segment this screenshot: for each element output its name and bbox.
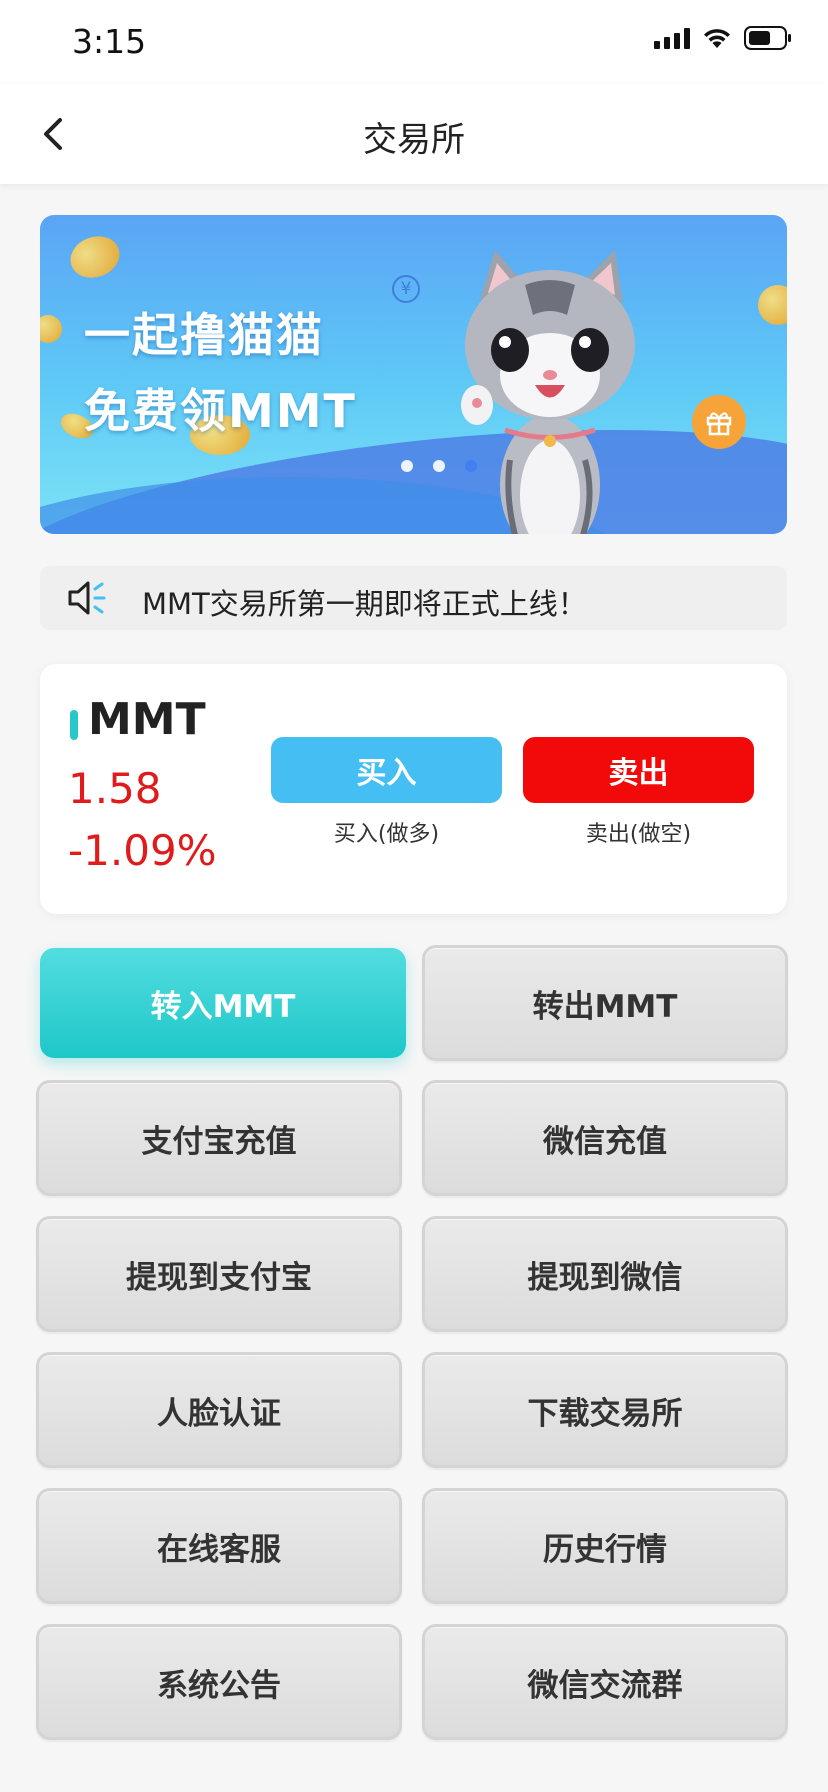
gift-icon[interactable] <box>692 395 746 449</box>
status-time: 3:15 <box>72 22 147 61</box>
cellular-signal-icon <box>654 27 690 49</box>
accent-bar <box>70 710 78 740</box>
status-bar: 3:15 <box>0 0 828 84</box>
sell-caption: 卖出(做空) <box>585 822 692 847</box>
wechat-recharge-button[interactable]: 微信充值 <box>422 1080 788 1196</box>
ticker-symbol: MMT <box>88 694 206 745</box>
online-support-button[interactable]: 在线客服 <box>36 1488 402 1604</box>
carousel-dot-active[interactable] <box>464 460 477 472</box>
banner-subheadline: 免费领MMT <box>84 384 357 438</box>
coin-icon <box>40 315 62 343</box>
withdraw-alipay-button[interactable]: 提现到支付宝 <box>36 1216 402 1332</box>
speaker-icon <box>66 578 110 618</box>
price-history-button[interactable]: 历史行情 <box>422 1488 788 1604</box>
banner-headline: 一起撸猫猫 <box>84 308 324 362</box>
price-change: -1.09% <box>68 826 217 875</box>
buy-button[interactable]: 买入 <box>271 737 502 803</box>
transfer-in-button[interactable]: 转入MMT <box>40 948 406 1058</box>
ticker-card: MMT 1.58 -1.09% 买入 买入(做多) 卖出 卖出(做空) <box>40 664 787 914</box>
coin-icon <box>64 229 126 285</box>
sell-button[interactable]: 卖出 <box>523 737 754 803</box>
page-title: 交易所 <box>363 120 465 160</box>
announcement-bar[interactable]: MMT交易所第一期即将正式上线！ <box>40 566 787 630</box>
status-icons <box>654 26 792 50</box>
cat-mascot-illustration <box>461 250 635 534</box>
yen-coin-icon: ¥ <box>392 275 420 303</box>
carousel-dot[interactable] <box>432 460 445 472</box>
alipay-recharge-button[interactable]: 支付宝充值 <box>36 1080 402 1196</box>
system-announcement-button[interactable]: 系统公告 <box>36 1624 402 1740</box>
battery-icon <box>744 26 792 50</box>
coin-icon <box>758 285 787 325</box>
transfer-out-button[interactable]: 转出MMT <box>422 945 788 1061</box>
carousel-dot[interactable] <box>400 460 413 472</box>
promo-banner[interactable]: ¥ 一起撸猫猫 免费领MMT <box>40 215 787 534</box>
current-price: 1.58 <box>68 764 162 813</box>
buy-caption: 买入(做多) <box>333 822 440 847</box>
face-verification-button[interactable]: 人脸认证 <box>36 1352 402 1468</box>
navigation-bar: 交易所 <box>0 84 828 184</box>
announcement-text: MMT交易所第一期即将正式上线！ <box>142 587 587 621</box>
carousel-dots <box>40 460 787 472</box>
wifi-icon <box>702 27 732 49</box>
download-exchange-button[interactable]: 下载交易所 <box>422 1352 788 1468</box>
wechat-group-button[interactable]: 微信交流群 <box>422 1624 788 1740</box>
withdraw-wechat-button[interactable]: 提现到微信 <box>422 1216 788 1332</box>
